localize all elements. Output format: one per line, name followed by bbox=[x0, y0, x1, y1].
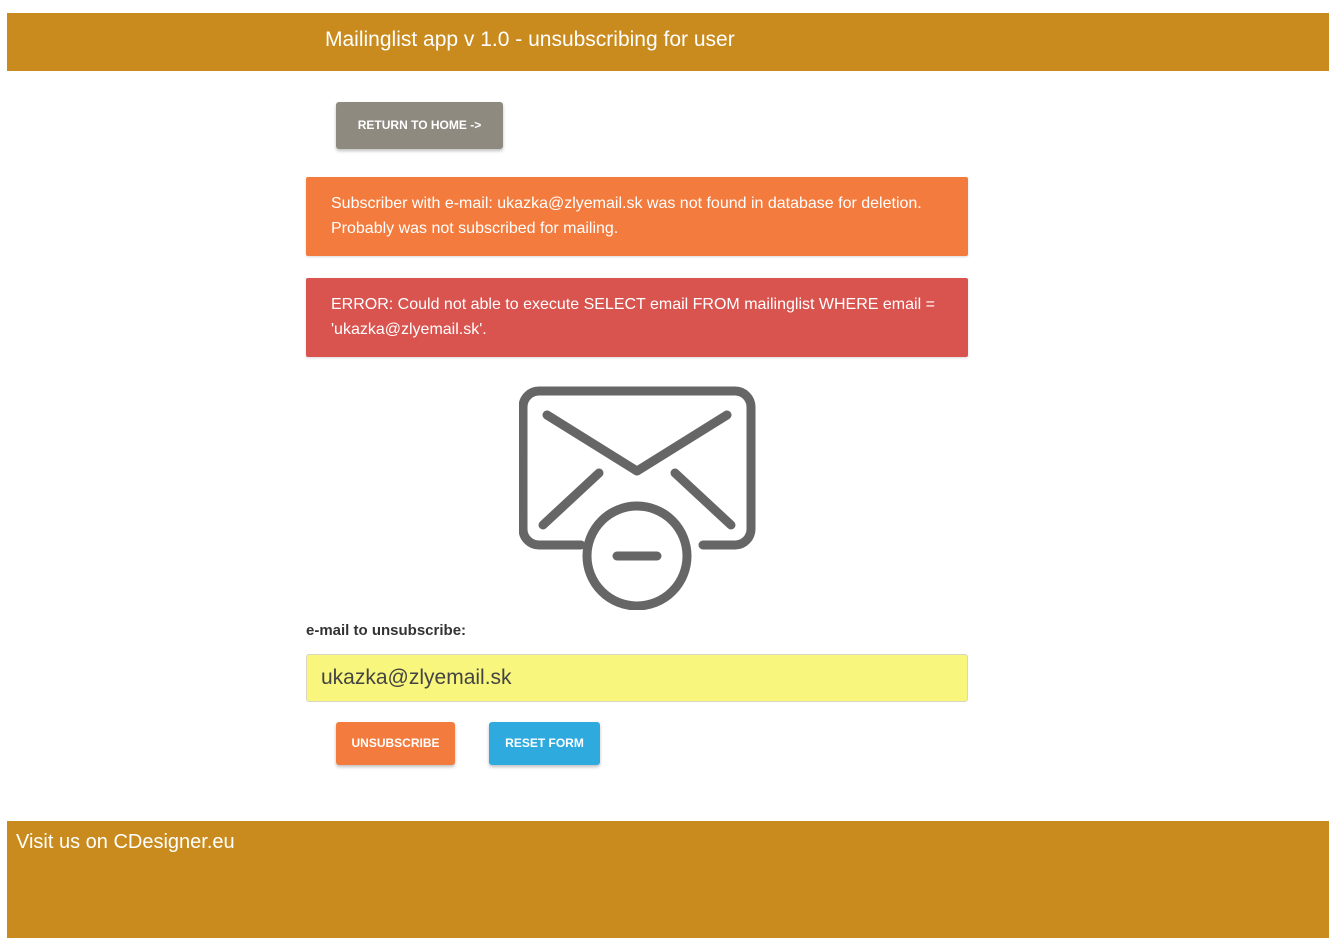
error-alert: ERROR: Could not able to execute SELECT … bbox=[306, 278, 968, 357]
return-home-button[interactable]: RETURN TO HOME -> bbox=[336, 102, 503, 149]
envelope-minus-icon bbox=[519, 386, 756, 610]
footer-link[interactable]: Visit us on CDesigner.eu bbox=[16, 831, 235, 854]
app-header: Mailinglist app v 1.0 - unsubscribing fo… bbox=[7, 13, 1329, 71]
email-input[interactable] bbox=[306, 654, 968, 702]
reset-form-button[interactable]: RESET FORM bbox=[489, 722, 600, 765]
warning-alert: Subscriber with e-mail: ukazka@zlyemail.… bbox=[306, 177, 968, 256]
page-footer: Visit us on CDesigner.eu bbox=[7, 821, 1329, 938]
email-label: e-mail to unsubscribe: bbox=[306, 622, 467, 639]
unsubscribe-button[interactable]: UNSUBSCRIBE bbox=[336, 722, 455, 765]
page-title: Mailinglist app v 1.0 - unsubscribing fo… bbox=[325, 28, 735, 51]
